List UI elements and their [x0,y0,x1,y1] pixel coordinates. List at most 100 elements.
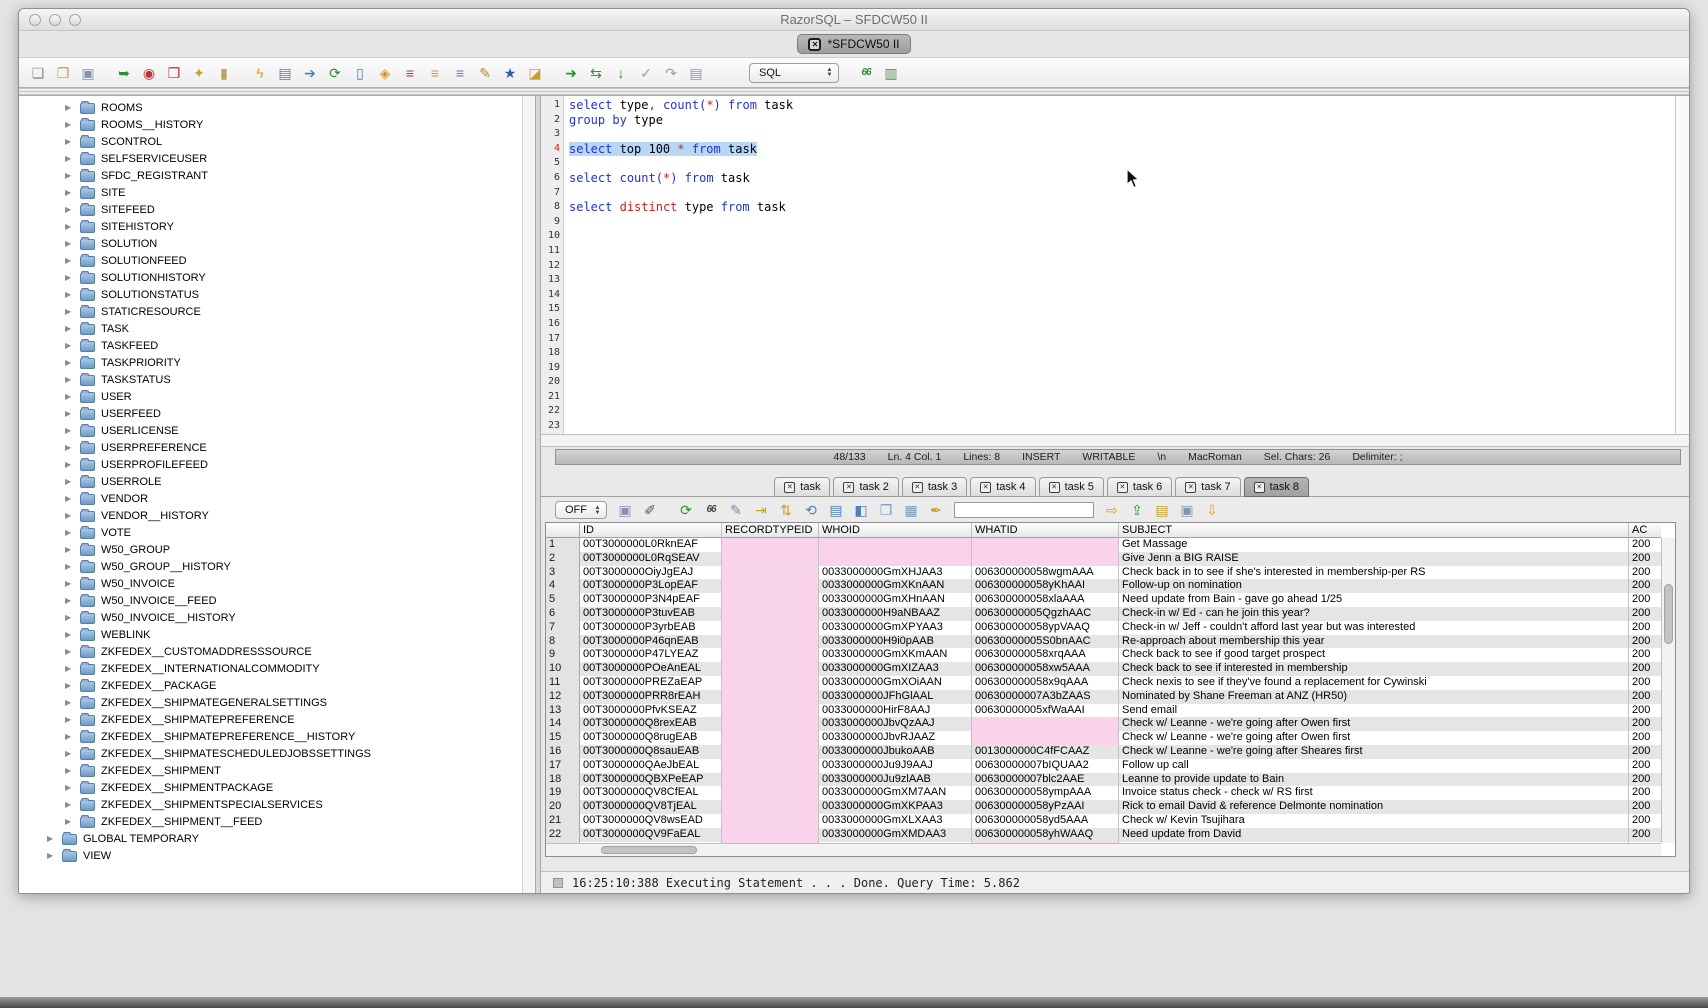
copy-table-icon[interactable]: ▦ [902,501,920,519]
disclosure-triangle-icon[interactable]: ▶ [65,460,74,469]
tree-item[interactable]: ▶VOTE [19,524,535,541]
disclosure-triangle-icon[interactable]: ▶ [65,715,74,724]
tree-item[interactable]: ▶SFDC_REGISTRANT [19,167,535,184]
result-tab-7[interactable]: ✕task 7 [1175,477,1240,497]
table-cell[interactable]: 200 [1629,676,1661,690]
table-cell[interactable]: 00630000007bIQUAA2 [972,759,1119,773]
table-cell[interactable]: 0033000000JbukoAAB [819,745,972,759]
indent-lines-icon[interactable]: ≡ [451,64,469,82]
disclosure-triangle-icon[interactable]: ▶ [65,545,74,554]
table-row[interactable]: 1200T3000000PRR8rEAH0033000000JFhGlAAL00… [546,690,1661,704]
table-cell[interactable]: 200 [1629,773,1661,787]
disclosure-triangle-icon[interactable]: ▶ [65,426,74,435]
scrollbar-thumb[interactable] [601,846,697,854]
table-cell[interactable]: 00T3000000P46qnEAB [580,635,722,649]
table-cell[interactable]: 0033000000GmXLXAA3 [819,814,972,828]
table-cell[interactable] [722,676,819,690]
table-cell[interactable] [722,814,819,828]
disclosure-triangle-icon[interactable]: ▶ [65,392,74,401]
results-search-input[interactable] [954,502,1094,518]
save-file-icon[interactable]: ▣ [79,64,97,82]
result-tab-6[interactable]: ✕task 6 [1107,477,1172,497]
disclosure-triangle-icon[interactable]: ▶ [65,528,74,537]
table-cell[interactable]: 200 [1629,579,1661,593]
table-cell[interactable]: 006300000058yPzAAI [972,800,1119,814]
disclosure-triangle-icon[interactable]: ▶ [65,239,74,248]
table-row[interactable]: 600T3000000P3tuvEAB0033000000H9aNBAAZ006… [546,607,1661,621]
table-row[interactable]: 1300T3000000PfvKSEAZ0033000000HirF8AAJ00… [546,704,1661,718]
tree-item[interactable]: ▶ZKFEDEX__SHIPMENTSPECIALSERVICES [19,796,535,813]
table-cell[interactable]: 00T3000000L0RqSEAV [580,552,722,566]
table-cell[interactable]: Check-in w/ Jeff - couldn't afford last … [1119,621,1629,635]
sql-editor[interactable]: 1234567891011121314151617181920212223 se… [541,96,1689,434]
table-cell[interactable]: 0033000000Ju9J9AAJ [819,759,972,773]
status-stop-icon[interactable] [553,878,563,888]
table-cell[interactable]: 006300000058ympAAA [972,786,1119,800]
disclosure-triangle-icon[interactable]: ▶ [65,171,74,180]
column-header-ac[interactable]: AC [1629,523,1661,538]
tree-item[interactable]: ▶ZKFEDEX__SHIPMATEGENERALSETTINGS [19,694,535,711]
fetch-more-icon[interactable]: ↓ [612,64,630,82]
table-row[interactable]: 1700T3000000QAeJbEAL0033000000Ju9J9AAJ00… [546,759,1661,773]
disclosure-triangle-icon[interactable]: ▶ [65,188,74,197]
close-tab-icon[interactable]: ✕ [1049,482,1060,493]
table-cell[interactable] [722,717,819,731]
new-connection-icon[interactable]: ✦ [190,64,208,82]
go-next-icon[interactable]: ⇨ [1103,501,1121,519]
close-document-icon[interactable]: ✕ [808,38,821,51]
table-cell[interactable]: Follow up call [1119,759,1629,773]
open-file-icon[interactable]: ❐ [54,64,72,82]
table-cell[interactable]: 00T3000000POeAnEAL [580,662,722,676]
tree-item[interactable]: ▶SITEFEED [19,201,535,218]
close-tab-icon[interactable]: ✕ [912,482,923,493]
table-cell[interactable] [722,773,819,787]
table-cell[interactable]: 00T3000000QAeJbEAL [580,759,722,773]
disclosure-triangle-icon[interactable]: ▶ [65,817,74,826]
tree-item[interactable]: ▶SOLUTIONHISTORY [19,269,535,286]
query-type-dropdown[interactable]: SQL ▲▼ [749,63,839,83]
select-columns-icon[interactable]: ▤ [827,501,845,519]
table-cell[interactable]: 00T3000000QV9FaEAL [580,828,722,842]
tree-item[interactable]: ▶SELFSERVICEUSER [19,150,535,167]
view-results-icon[interactable]: 66 [857,64,875,82]
table-cell[interactable]: 00T3000000P47LYEAZ [580,648,722,662]
title-bar[interactable]: RazorSQL – SFDCW50 II [19,9,1689,31]
table-cell[interactable]: 006300000058x9qAAA [972,676,1119,690]
disclosure-triangle-icon[interactable]: ▶ [65,732,74,741]
disclosure-triangle-icon[interactable]: ▶ [65,562,74,571]
table-cell[interactable]: 00T3000000Q8sauEAB [580,745,722,759]
reload-document-icon[interactable]: ⟳ [326,64,344,82]
tree-item[interactable]: ▶SOLUTIONSTATUS [19,286,535,303]
result-tab-8[interactable]: ✕task 8 [1244,477,1309,497]
describe-table-icon[interactable]: ▤ [276,64,294,82]
results-horizontal-scrollbar[interactable] [546,843,1661,856]
table-cell[interactable]: 0033000000JFhGlAAL [819,690,972,704]
save-grid-icon[interactable]: ▣ [1178,501,1196,519]
table-cell[interactable]: 200 [1629,648,1661,662]
table-cell[interactable] [722,745,819,759]
table-cell[interactable]: 00T3000000L0RknEAF [580,538,722,552]
disclosure-triangle-icon[interactable]: ▶ [65,766,74,775]
results-vertical-scrollbar[interactable] [1661,538,1675,843]
disclosure-triangle-icon[interactable]: ▶ [65,698,74,707]
tree-item[interactable]: ▶ZKFEDEX__SHIPMATEPREFERENCE [19,711,535,728]
table-cell[interactable]: 200 [1629,745,1661,759]
disclosure-triangle-icon[interactable]: ▶ [65,596,74,605]
table-cell[interactable]: 0033000000HirF8AAJ [819,704,972,718]
table-cell[interactable]: 200 [1629,814,1661,828]
table-cell[interactable]: 0013000000C4fFCAAZ [972,745,1119,759]
disclosure-triangle-icon[interactable]: ▶ [65,375,74,384]
table-cell[interactable]: 006300000058yhWAAQ [972,828,1119,842]
table-cell[interactable]: 00T3000000OiyJgEAJ [580,566,722,580]
table-cell[interactable]: 0033000000GmXMDAA3 [819,828,972,842]
editor-horizontal-scrollbar[interactable] [541,434,1689,447]
table-cell[interactable]: 006300000058xw5AAA [972,662,1119,676]
result-tab-5[interactable]: ✕task 5 [1039,477,1104,497]
table-cell[interactable]: 00T3000000PRR8rEAH [580,690,722,704]
table-row[interactable]: 1000T3000000POeAnEAL0033000000GmXIZAA300… [546,662,1661,676]
disclosure-triangle-icon[interactable]: ▶ [65,103,74,112]
table-cell[interactable]: Need update from David [1119,828,1629,842]
tree-item[interactable]: ▶ZKFEDEX__PACKAGE [19,677,535,694]
disclosure-triangle-icon[interactable]: ▶ [65,630,74,639]
table-cell[interactable]: 0033000000GmXHnAAN [819,593,972,607]
